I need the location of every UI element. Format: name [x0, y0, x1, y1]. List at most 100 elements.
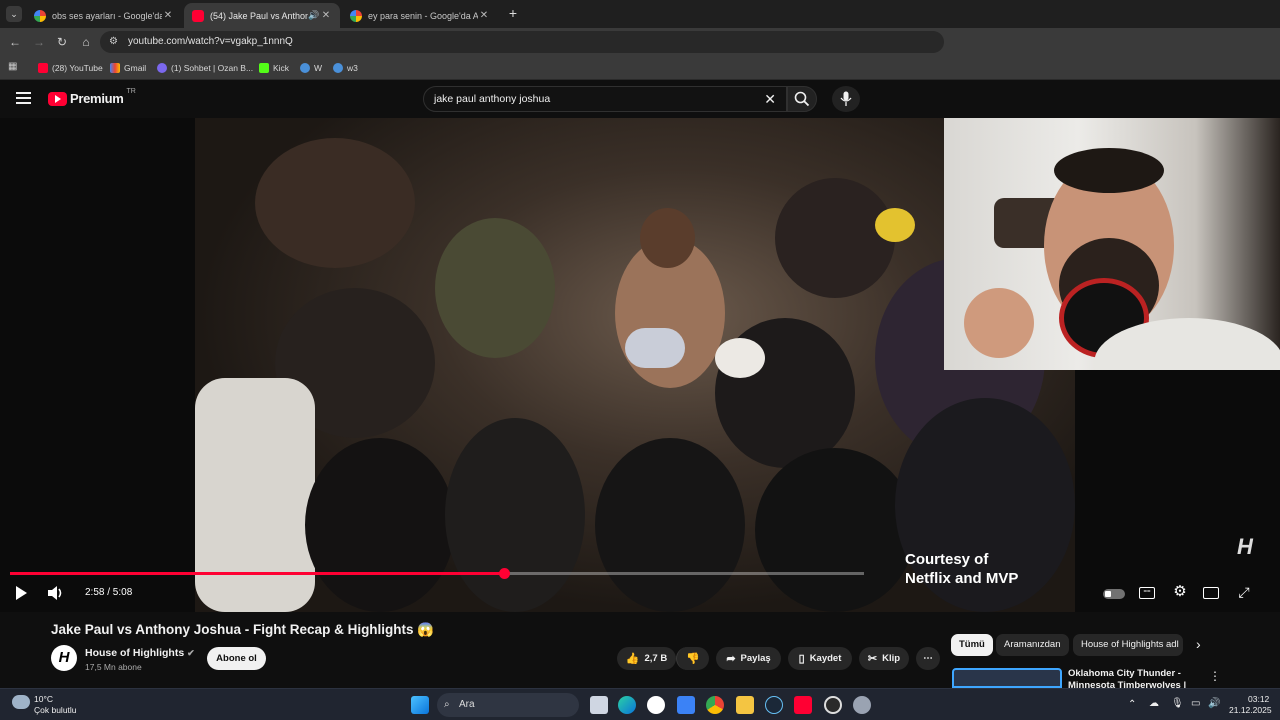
speaker-icon[interactable]: 🔊	[308, 10, 320, 21]
channel-avatar[interactable]: H	[51, 645, 77, 671]
video-title: Jake Paul vs Anthony Joshua - Fight Reca…	[51, 622, 435, 637]
chevron-up-icon[interactable]: ⌃	[1128, 699, 1136, 710]
back-icon[interactable]: ←	[7, 34, 23, 50]
scissors-icon: ✂	[867, 653, 878, 665]
chip-all[interactable]: Tümü	[951, 634, 993, 656]
browser-tab-2[interactable]: (54) Jake Paul vs Anthony J... 🔊 ✕	[184, 3, 340, 28]
more-vertical-icon[interactable]: ⋮	[1209, 669, 1221, 683]
clock-time[interactable]: 03:12	[1248, 694, 1269, 704]
progress-scrubber[interactable]	[498, 568, 510, 579]
thumbs-up-icon: 👍	[625, 653, 640, 665]
task-view-icon[interactable]	[590, 696, 608, 714]
close-icon[interactable]: ✕	[162, 10, 174, 21]
microphone-icon	[840, 91, 852, 106]
youtube-logo[interactable]: Premium TR	[48, 88, 136, 106]
bookmark-icon: ▯	[798, 653, 805, 665]
store-icon[interactable]	[677, 696, 695, 714]
miniplayer-icon[interactable]	[1203, 587, 1219, 599]
video-frame[interactable]: Courtesy of Netflix and MVP	[195, 118, 1075, 612]
clock-date[interactable]: 21.12.2025	[1229, 705, 1272, 715]
file-explorer-icon[interactable]	[736, 696, 754, 714]
speaker-icon[interactable]: 🔊	[1208, 698, 1220, 709]
close-icon[interactable]: ✕	[320, 10, 332, 21]
search-input[interactable]: jake paul anthony joshua ✕	[423, 86, 787, 112]
chevron-right-icon[interactable]: ›	[1196, 636, 1201, 652]
like-button[interactable]: 👍 2,7 B	[617, 647, 676, 670]
new-tab-plus-icon[interactable]: +	[505, 5, 521, 21]
channel-watermark[interactable]: H	[1237, 534, 1253, 560]
forward-icon[interactable]: →	[31, 34, 47, 50]
bookmarks-bar: ▦ (28) YouTube Gmail (1) Sohbet | Ozan B…	[0, 56, 1280, 80]
time-display: 2:58 / 5:08	[85, 587, 133, 598]
fullscreen-icon[interactable]: ⤢	[1236, 584, 1252, 600]
chip-channel[interactable]: House of Highlights adl	[1073, 634, 1183, 656]
youtube-icon	[38, 63, 48, 73]
clip-button[interactable]: ✂ Klip	[859, 647, 909, 670]
home-icon[interactable]: ⌂	[78, 34, 94, 50]
settings-gear-icon[interactable]	[853, 696, 871, 714]
verified-icon: ✔	[187, 648, 195, 658]
browser-tab-3[interactable]: ey para senin - Google'da Ara ✕	[342, 3, 498, 28]
tab-title: (54) Jake Paul vs Anthony J...	[210, 10, 308, 21]
bookmark-sohbet[interactable]: (1) Sohbet | Ozan B...	[157, 61, 253, 75]
autoplay-toggle[interactable]	[1103, 589, 1125, 599]
recommendation-title[interactable]: Oklahoma City Thunder - Minnesota Timber…	[1068, 668, 1203, 690]
globe-icon	[300, 63, 310, 73]
network-icon[interactable]: ▭	[1191, 698, 1200, 709]
subscriber-count: 17,5 Mn abone	[85, 662, 142, 672]
chat-icon	[157, 63, 167, 73]
address-bar[interactable]: ⚙ youtube.com/watch?v=vgakp_1nnnQ	[100, 31, 944, 53]
weather-icon[interactable]	[12, 695, 30, 709]
bookmark-kick[interactable]: Kick	[259, 61, 289, 75]
bookmark-w[interactable]: W	[300, 61, 322, 75]
search-button[interactable]	[787, 86, 817, 112]
bookmark-w3[interactable]: w3	[333, 61, 358, 75]
video-overlay-caption: Courtesy of Netflix and MVP	[905, 551, 1019, 587]
obs-icon[interactable]	[824, 696, 842, 714]
youtube-play-icon	[48, 91, 67, 106]
youtube-app-icon[interactable]	[794, 696, 812, 714]
progress-bar[interactable]	[10, 568, 864, 579]
save-button[interactable]: ▯ Kaydet	[788, 647, 852, 670]
voice-search-button[interactable]	[832, 86, 860, 112]
edge-icon[interactable]	[618, 696, 636, 714]
search-icon: ⌕	[444, 699, 450, 710]
steam-icon[interactable]	[765, 696, 783, 714]
subscribe-button[interactable]: Abone ol	[207, 647, 266, 670]
youtube-icon	[192, 9, 204, 22]
share-button[interactable]: ➦ Paylaş	[716, 647, 781, 670]
tab-search-button[interactable]: ⌄	[6, 6, 22, 22]
channel-name[interactable]: House of Highlights ✔	[85, 647, 195, 659]
recommendation-thumbnail[interactable]	[952, 668, 1062, 688]
taskbar-search[interactable]: ⌕ Ara	[437, 693, 579, 717]
subtitles-icon[interactable]: ==	[1139, 587, 1155, 599]
kick-icon	[259, 63, 269, 73]
xbox-icon[interactable]	[647, 696, 665, 714]
webcam-overlay	[944, 118, 1280, 370]
weather-desc: Çok bulutlu	[34, 705, 77, 715]
google-icon	[34, 9, 46, 22]
site-info-icon[interactable]: ⚙	[109, 31, 118, 53]
browser-tab-1[interactable]: obs ses ayarları - Google'da Ara ✕	[26, 3, 182, 28]
dislike-button[interactable]: 👎	[676, 647, 709, 670]
video-player[interactable]: Courtesy of Netflix and MVP H 2:58 / 5:0…	[0, 118, 1280, 612]
google-icon	[350, 9, 362, 22]
more-actions-button[interactable]: ⋯	[916, 647, 940, 670]
microphone-icon[interactable]: 🎙	[1171, 698, 1184, 709]
menu-icon[interactable]	[16, 92, 31, 104]
play-button[interactable]	[12, 585, 30, 601]
chrome-icon[interactable]	[706, 696, 724, 714]
apps-grid-icon[interactable]: ▦	[8, 61, 20, 73]
chip-from-search[interactable]: Aramanızdan	[996, 634, 1069, 656]
reload-icon[interactable]: ↻	[54, 34, 70, 50]
weather-temp: 10°C	[34, 694, 53, 704]
windows-start-icon[interactable]	[411, 696, 429, 714]
close-icon[interactable]: ✕	[478, 10, 490, 21]
globe-icon	[333, 63, 343, 73]
bookmark-gmail[interactable]: Gmail	[110, 61, 146, 75]
volume-button[interactable]	[47, 585, 65, 601]
clear-search-icon[interactable]: ✕	[764, 87, 776, 111]
settings-gear-icon[interactable]: ⚙	[1171, 583, 1189, 601]
bookmark-youtube[interactable]: (28) YouTube	[38, 61, 103, 75]
cloud-icon[interactable]: ☁	[1149, 698, 1159, 709]
